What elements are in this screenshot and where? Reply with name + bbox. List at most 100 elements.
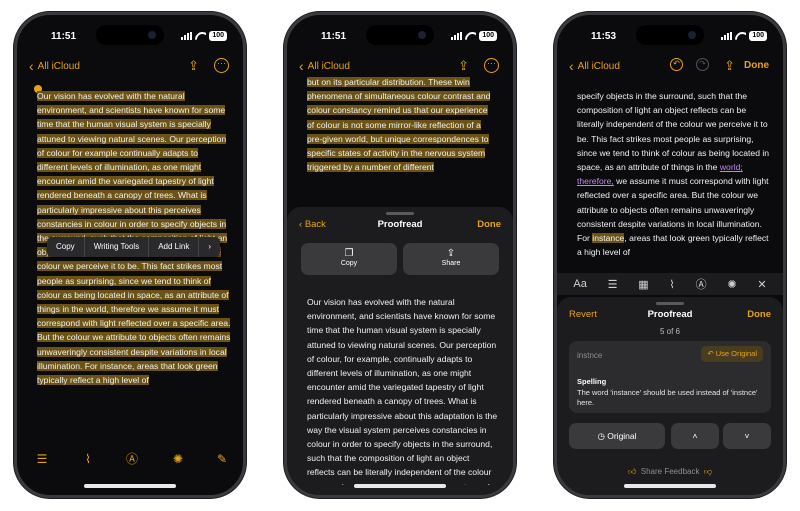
original-label: Original	[607, 431, 637, 441]
done-button[interactable]: Done	[477, 219, 501, 230]
share-button[interactable]: ⇪ Share	[403, 243, 499, 275]
context-menu: Copy Writing Tools Add Link ›	[47, 237, 220, 257]
nav-bar: ‹ All iCloud ↶ ↷ ⇪ Done	[557, 57, 783, 79]
suggestion-description: The word 'instance' should be used inste…	[577, 388, 758, 407]
current-correction[interactable]: instance	[592, 233, 625, 244]
compose-icon[interactable]: ✎	[213, 451, 231, 467]
phone-proofread-sheet: 11:51 100 ‹ All iCloud ⇪ ··· but on its p…	[284, 12, 516, 498]
chevron-up-icon: ˄	[692, 431, 698, 441]
done-button[interactable]: Done	[747, 309, 771, 320]
phone-inline-proofread: 11:53 100 ‹ All iCloud ↶ ↷ ⇪ Done specify…	[554, 12, 786, 498]
format-toolbar: Aa ☰ ▦ ⌇ Ⓐ ✺ ✕	[557, 273, 783, 295]
done-button[interactable]: Done	[744, 60, 769, 71]
back-label: All iCloud	[307, 60, 350, 72]
pen-icon[interactable]: Ⓐ	[123, 451, 141, 467]
status-time: 11:51	[321, 31, 347, 42]
writing-tools-icon[interactable]: ✺	[727, 278, 736, 291]
sheet-grabber[interactable]	[656, 302, 684, 305]
original-button[interactable]: ◷ Original	[569, 423, 665, 449]
paperclip-icon[interactable]: ⌇	[79, 451, 97, 467]
checklist-icon[interactable]: ☰	[608, 278, 618, 291]
suggestion-type: Spelling	[577, 377, 607, 386]
thumbs-down-icon[interactable]: 👎︎	[704, 467, 712, 476]
sheet-grabber[interactable]	[386, 212, 414, 215]
back-button[interactable]: ‹ All iCloud	[299, 58, 350, 74]
menu-copy[interactable]: Copy	[47, 237, 85, 257]
note-text-a: specify objects in the surround, such th…	[577, 91, 770, 173]
signal-icon	[451, 32, 463, 40]
status-bar: 11:53 100	[557, 30, 783, 46]
status-time: 11:53	[591, 31, 617, 42]
share-feedback-label[interactable]: Share Feedback	[641, 467, 700, 476]
original-word: instnce	[577, 351, 603, 360]
share-icon[interactable]: ⇪	[724, 58, 735, 74]
home-indicator	[624, 484, 716, 488]
copy-label: Copy	[340, 260, 358, 267]
thumbs-up-icon[interactable]: 👍︎	[628, 467, 636, 476]
battery-icon: 100	[209, 31, 227, 41]
share-label: Share	[441, 260, 461, 267]
back-button[interactable]: ‹ All iCloud	[569, 58, 620, 74]
menu-more-arrow[interactable]: ›	[199, 237, 220, 257]
back-label: All iCloud	[37, 60, 80, 72]
chevron-down-icon: ˅	[744, 431, 750, 441]
back-button[interactable]: ‹ All iCloud	[29, 58, 80, 74]
undo-arrow-icon: ↶	[707, 349, 716, 358]
pen-icon[interactable]: Ⓐ	[696, 276, 707, 292]
close-icon[interactable]: ✕	[757, 278, 766, 291]
back-label: All iCloud	[577, 60, 620, 72]
writing-tools-icon[interactable]: ✺	[169, 451, 187, 467]
proofread-panel: Revert Proofread Done 5 of 6 instnce ↶ U…	[557, 297, 783, 495]
share-icon: ⇪	[446, 248, 456, 259]
use-original-label: Use Original	[715, 349, 757, 358]
suggestion-card: instnce ↶ Use Original Spelling The word…	[569, 341, 771, 413]
status-icons: 100	[181, 31, 227, 41]
wifi-icon	[195, 32, 206, 40]
next-suggestion-button[interactable]: ˅	[723, 423, 771, 449]
bottom-toolbar: ☰ ⌇ Ⓐ ✺ ✎	[17, 451, 243, 471]
signal-icon	[181, 32, 193, 40]
phone-notes-selected: 11:51 100 ‹ All iCloud ⇪ ··· Our vision h…	[14, 12, 246, 498]
status-bar: 11:51 100	[17, 30, 243, 46]
note-body[interactable]: specify objects in the surround, such th…	[577, 89, 771, 273]
panel-header: Revert Proofread Done	[557, 309, 783, 327]
chevron-left-icon: ‹	[299, 58, 304, 74]
battery-icon: 100	[479, 31, 497, 41]
status-bar: 11:51 100	[287, 30, 513, 46]
previous-suggestion-button[interactable]: ˄	[671, 423, 719, 449]
note-body[interactable]: Our vision has evolved with the natural …	[37, 89, 231, 455]
status-icons: 100	[721, 31, 767, 41]
proofread-sheet: ‹ Back Proofread Done ❐ Copy ⇪ Share Our…	[287, 207, 513, 495]
more-icon[interactable]: ···	[214, 58, 229, 73]
selected-text: but on its particular distribution. Thes…	[307, 77, 491, 173]
status-time: 11:51	[51, 31, 77, 42]
history-icon: ◷	[597, 431, 608, 441]
undo-icon[interactable]: ↶	[670, 58, 683, 71]
use-original-button[interactable]: ↶ Use Original	[701, 346, 763, 362]
copy-icon: ❐	[344, 248, 354, 259]
note-body[interactable]: but on its particular distribution. Thes…	[307, 75, 491, 213]
proofread-text: Our vision has evolved with the natural …	[307, 297, 498, 485]
copy-button[interactable]: ❐ Copy	[301, 243, 397, 275]
paperclip-icon[interactable]: ⌇	[669, 278, 674, 291]
nav-bar: ‹ All iCloud ⇪ ···	[17, 57, 243, 79]
home-indicator	[84, 484, 176, 488]
more-icon[interactable]: ···	[484, 58, 499, 73]
signal-icon	[721, 32, 733, 40]
chevron-left-icon: ‹	[29, 58, 34, 74]
battery-icon: 100	[749, 31, 767, 41]
sheet-header: ‹ Back Proofread Done	[287, 219, 513, 237]
suggestion-counter: 5 of 6	[659, 327, 680, 336]
feedback-row: 👍︎ Share Feedback 👎︎	[557, 467, 783, 477]
share-icon[interactable]: ⇪	[188, 58, 199, 74]
chevron-left-icon: ‹	[569, 58, 574, 74]
wifi-icon	[735, 32, 746, 40]
wifi-icon	[465, 32, 476, 40]
redo-icon[interactable]: ↷	[696, 58, 709, 71]
share-icon[interactable]: ⇪	[458, 58, 469, 74]
menu-add-link[interactable]: Add Link	[149, 237, 200, 257]
checklist-icon[interactable]: ☰	[33, 451, 51, 467]
menu-writing-tools[interactable]: Writing Tools	[85, 237, 150, 257]
format-icon[interactable]: Aa	[573, 278, 586, 290]
table-icon[interactable]: ▦	[638, 278, 648, 291]
